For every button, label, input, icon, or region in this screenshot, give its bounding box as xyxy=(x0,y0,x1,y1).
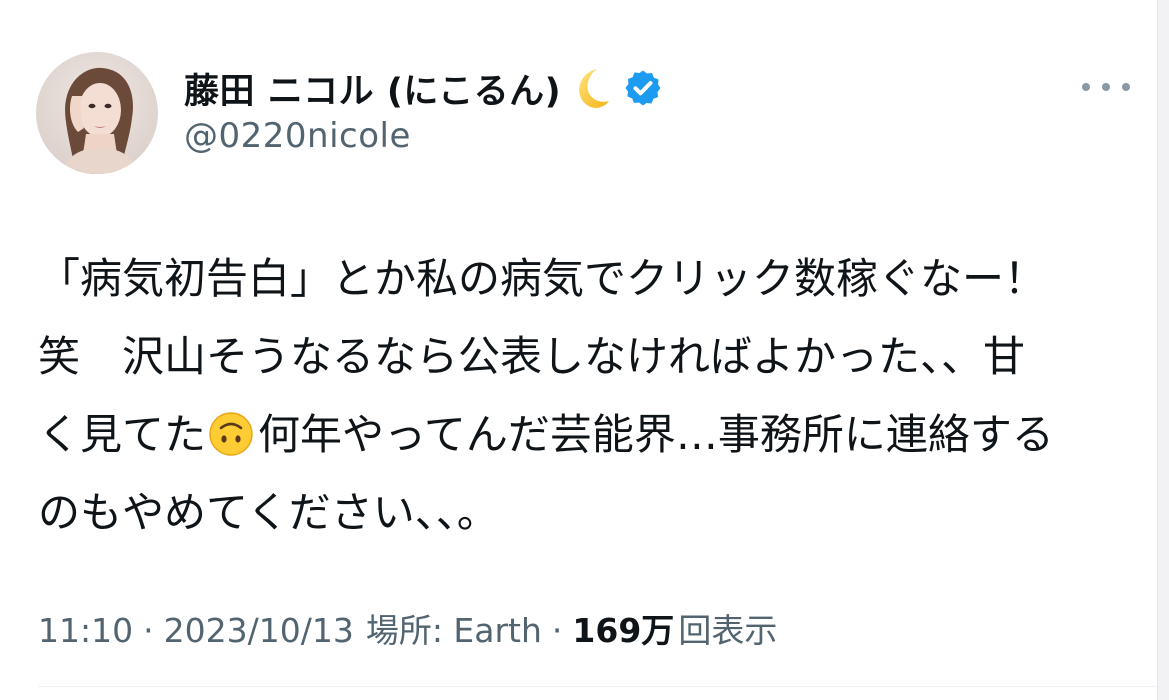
scrollbar[interactable] xyxy=(1157,0,1169,700)
author-name-row[interactable]: 藤田 ニコル (にこるん) xyxy=(184,62,663,114)
meta-separator: · xyxy=(143,611,154,650)
meta-separator: · xyxy=(551,611,563,650)
crescent-moon-icon xyxy=(565,65,611,111)
profile-photo-icon xyxy=(36,52,158,174)
more-dot xyxy=(1102,83,1110,91)
tweet-date[interactable]: 2023/10/13 xyxy=(164,611,354,650)
author-handle[interactable]: @0220nicole xyxy=(184,116,411,156)
more-dot xyxy=(1082,83,1090,91)
verified-badge-icon[interactable] xyxy=(623,68,663,108)
tweet-location: 場所: Earth xyxy=(365,611,542,650)
tweet-line-3-start: く見てた xyxy=(38,410,207,459)
tweet-line-1: 「病気初告白」とか私の病気でクリック数稼ぐなー！ xyxy=(38,254,1047,303)
tweet-meta: 11:10 · 2023/10/13 場所: Earth · 169万 回表示 xyxy=(38,604,777,652)
divider xyxy=(38,686,1158,687)
tweet-line-3-end: 何年やってんだ芸能界…事務所に連絡する xyxy=(258,410,1054,459)
upside-down-face-icon xyxy=(208,404,254,456)
views-count: 169万 xyxy=(572,611,675,650)
author-display-name[interactable]: 藤田 ニコル (にこるん) xyxy=(184,63,561,114)
tweet-line-4: のもやめてください、、。 xyxy=(38,488,499,537)
more-dot xyxy=(1122,83,1130,91)
views-label: 回表示 xyxy=(678,611,778,650)
tweet-text: 「病気初告白」とか私の病気でクリック数稼ぐなー！ 笑 沢山そうなるなら公表しなけ… xyxy=(38,240,1138,552)
more-options-icon[interactable] xyxy=(1082,72,1130,102)
tweet-line-2: 笑 沢山そうなるなら公表しなければよかった、、甘 xyxy=(38,332,1026,381)
tweet-time[interactable]: 11:10 xyxy=(38,611,133,650)
tweet-card: 藤田 ニコル (にこるん) @0220nicole 「病気初告白」とか私の病気で… xyxy=(0,0,1158,700)
avatar[interactable] xyxy=(36,52,158,174)
